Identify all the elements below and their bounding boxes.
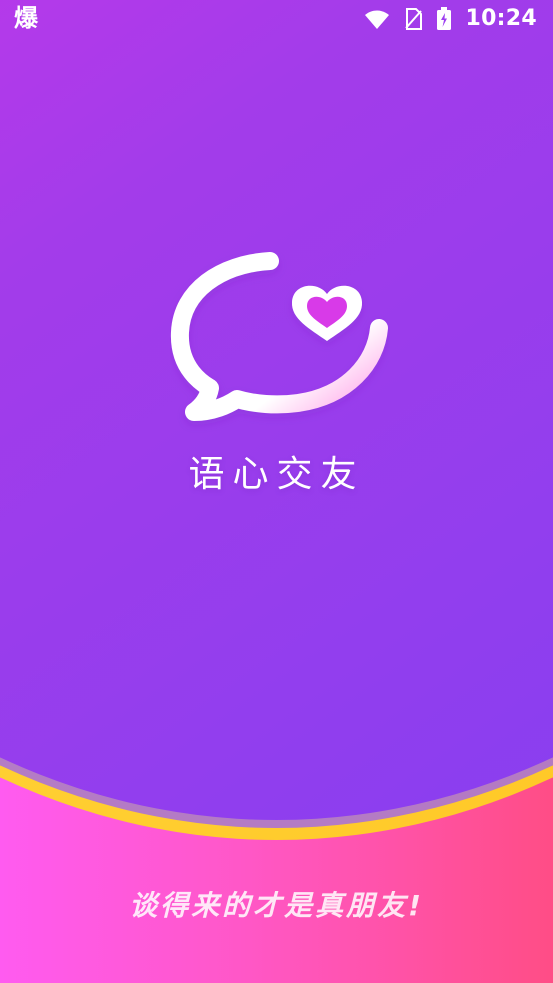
chat-heart-logo-icon bbox=[170, 252, 388, 421]
app-name: 语心交友 bbox=[188, 454, 365, 495]
splash-screen: 爆 10:24 语心交友 谈得来的才是真朋友! bbox=[0, 0, 553, 983]
wifi-icon bbox=[365, 10, 390, 29]
status-bar: 爆 10:24 bbox=[0, 0, 553, 38]
app-slogan: 谈得来的才是真朋友! bbox=[129, 889, 424, 922]
status-right-group: 10:24 bbox=[363, 6, 537, 32]
status-time: 10:24 bbox=[465, 6, 537, 31]
status-app-icon: 爆 bbox=[14, 4, 38, 32]
no-sim-icon bbox=[405, 8, 423, 30]
battery-charging-icon bbox=[437, 7, 452, 30]
